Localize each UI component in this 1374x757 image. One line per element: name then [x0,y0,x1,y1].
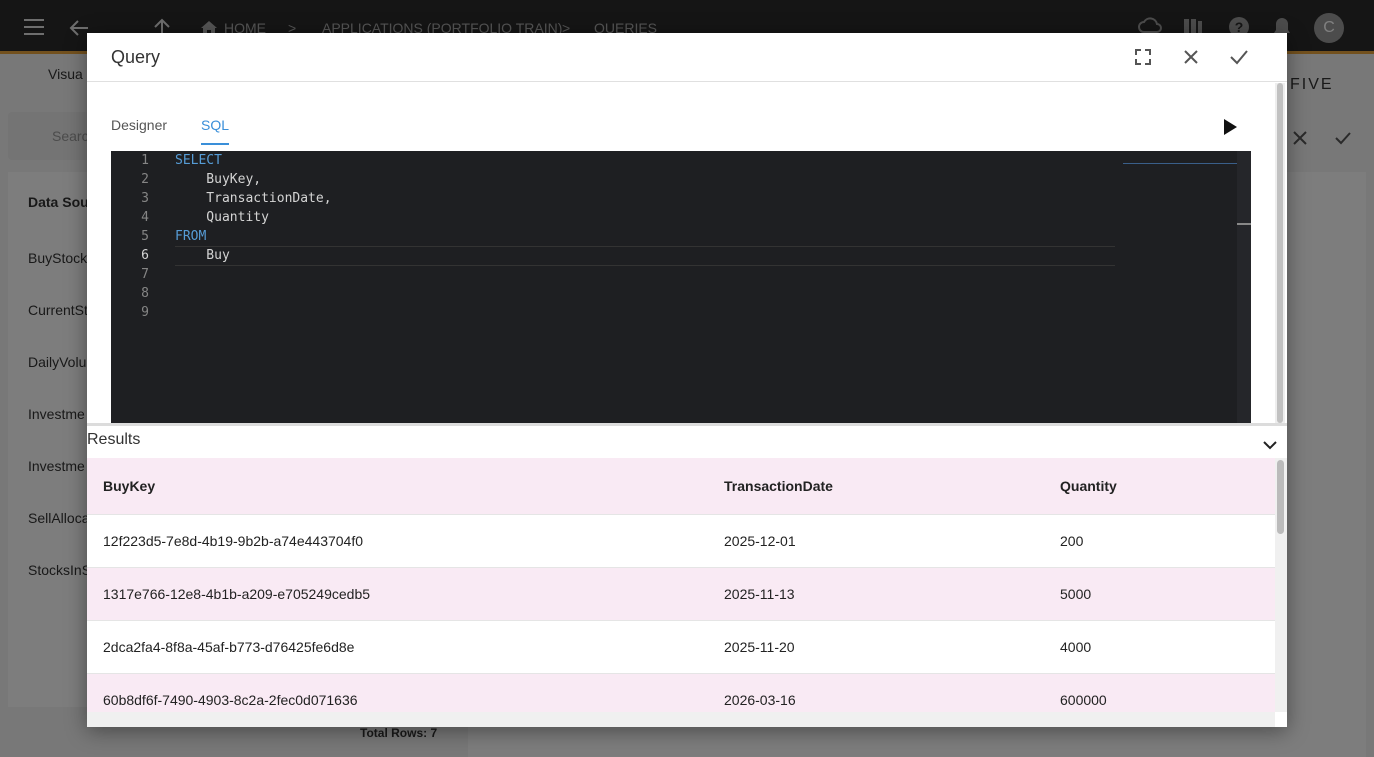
tab-sql[interactable]: SQL [201,117,230,145]
results-table: BuyKey TransactionDate Quantity 12f223d5… [87,458,1275,712]
close-icon[interactable] [1179,45,1203,69]
column-header-quantity[interactable]: Quantity [1060,478,1117,494]
line-number: 7 [141,267,149,282]
cell-buykey: 2dca2fa4-8f8a-45af-b773-d76425fe6d8e [103,639,355,655]
current-line-highlight [175,246,1115,266]
table-header-row: BuyKey TransactionDate Quantity [87,458,1275,515]
editor-scrollbar[interactable] [1237,151,1251,423]
cell-transactiondate: 2025-11-13 [724,586,795,602]
results-title: Results [87,431,141,448]
query-dialog: Query Designer SQL 1 2 3 4 5 6 7 8 9 SEL… [87,33,1287,727]
dialog-title: Query [111,47,161,67]
code-line: Quantity [175,210,269,225]
results-vertical-scrollbar[interactable] [1275,458,1287,712]
table-row[interactable]: 12f223d5-7e8d-4b19-9b2b-a74e443704f0 202… [87,515,1275,568]
line-number: 4 [141,210,149,225]
table-row[interactable]: 1317e766-12e8-4b1b-a209-e705249cedb5 202… [87,568,1275,621]
table-row[interactable]: 60b8df6f-7490-4903-8c2a-2fec0d071636 202… [87,674,1275,712]
cell-transactiondate: 2025-11-20 [724,639,795,655]
cell-transactiondate: 2026-03-16 [724,692,796,708]
code-line: SELECT [175,153,222,168]
line-number: 6 [141,248,149,263]
chevron-down-icon[interactable] [1259,434,1281,456]
code-line: FROM [175,229,207,244]
cell-buykey: 1317e766-12e8-4b1b-a209-e705249cedb5 [103,586,371,602]
cell-quantity: 4000 [1060,639,1092,655]
code-line: BuyKey, [175,172,262,187]
editor-minimap[interactable] [1123,151,1237,164]
column-header-buykey[interactable]: BuyKey [103,478,155,494]
cell-buykey: 60b8df6f-7490-4903-8c2a-2fec0d071636 [103,692,358,708]
dialog-scrollbar[interactable] [1275,83,1285,423]
line-number: 9 [141,305,149,320]
results-horizontal-scrollbar[interactable] [87,712,1275,727]
line-number: 1 [141,153,149,168]
fullscreen-icon[interactable] [1131,45,1155,69]
results-header: Results [87,423,1287,461]
cell-quantity: 600000 [1060,692,1107,708]
dialog-header: Query [87,33,1287,82]
run-query-play-icon[interactable] [1217,115,1241,139]
cell-transactiondate: 2025-12-01 [724,533,796,549]
code-line: Buy [175,248,230,263]
cell-quantity: 5000 [1060,586,1092,602]
confirm-check-icon[interactable] [1227,45,1251,69]
line-number: 5 [141,229,149,244]
line-number: 2 [141,172,149,187]
cell-buykey: 12f223d5-7e8d-4b19-9b2b-a74e443704f0 [103,533,364,549]
code-line: TransactionDate, [175,191,332,206]
line-number-gutter: 1 2 3 4 5 6 7 8 9 [111,151,163,423]
tab-designer[interactable]: Designer [111,117,167,143]
column-header-transactiondate[interactable]: TransactionDate [724,478,833,494]
line-number: 3 [141,191,149,206]
sql-editor[interactable]: 1 2 3 4 5 6 7 8 9 SELECT BuyKey, Transac… [111,151,1251,423]
line-number: 8 [141,286,149,301]
cell-quantity: 200 [1060,533,1084,549]
table-row[interactable]: 2dca2fa4-8f8a-45af-b773-d76425fe6d8e 202… [87,621,1275,674]
